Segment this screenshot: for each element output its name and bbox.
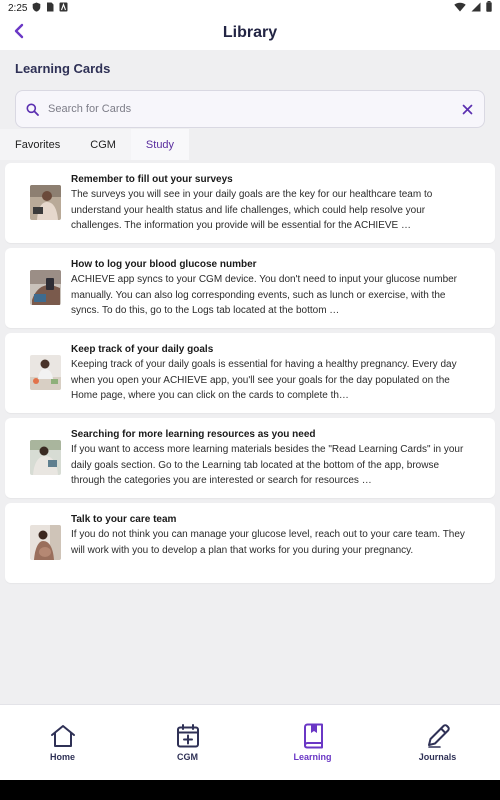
nav-learning-label: Learning: [293, 752, 332, 762]
nav-journals-label: Journals: [418, 752, 457, 762]
card-description: The surveys you will see in your daily g…: [71, 189, 433, 231]
card-title: Remember to fill out your surveys: [71, 174, 233, 185]
card-thumbnail-image: [30, 185, 61, 220]
calendar-plus-icon: [175, 723, 201, 749]
tab-cgm[interactable]: CGM: [75, 129, 131, 160]
tab-study[interactable]: Study: [130, 129, 190, 160]
nav-journals[interactable]: Journals: [375, 705, 500, 780]
shield-icon: [32, 2, 41, 15]
learning-card[interactable]: Remember to fill out your surveys The su…: [5, 163, 495, 243]
card-thumbnail-image: [30, 270, 61, 305]
search-box: [15, 90, 485, 128]
back-button[interactable]: [8, 21, 30, 45]
learning-card[interactable]: How to log your blood glucose number ACH…: [5, 248, 495, 328]
nav-cgm-label: CGM: [177, 752, 198, 762]
search-icon: [26, 102, 40, 116]
nav-home-label: Home: [49, 752, 75, 762]
status-time: 2:25: [8, 2, 28, 14]
card-title: How to log your blood glucose number: [71, 259, 257, 270]
card-description: If you want to access more learning mate…: [71, 444, 464, 486]
home-icon: [50, 723, 76, 749]
card-title: Keep track of your daily goals: [71, 344, 214, 355]
page-title: Library: [222, 24, 278, 41]
nav-cgm[interactable]: CGM: [125, 705, 250, 780]
category-tabs: Favorites CGM Study: [0, 129, 190, 160]
pencil-icon: [425, 723, 451, 749]
card-thumbnail-image: [30, 525, 61, 560]
wifi-icon: [454, 2, 466, 15]
section-title: Learning Cards: [15, 61, 111, 76]
learning-card[interactable]: Searching for more learning resources as…: [5, 418, 495, 498]
bottom-nav: Home CGM Learning Journals: [0, 704, 500, 780]
card-list: Remember to fill out your surveys The su…: [5, 163, 495, 588]
system-gesture-bar: [0, 780, 500, 800]
tab-favorites[interactable]: Favorites: [0, 129, 75, 160]
card-thumbnail-image: [30, 355, 61, 390]
close-icon[interactable]: [460, 102, 474, 116]
signal-icon: [471, 2, 481, 15]
notification-a-icon: [59, 2, 68, 15]
book-bookmark-icon: [300, 723, 326, 749]
nav-home[interactable]: Home: [0, 705, 125, 780]
learning-card[interactable]: Talk to your care team If you do not thi…: [5, 503, 495, 583]
learning-card[interactable]: Keep track of your daily goals Keeping t…: [5, 333, 495, 413]
card-title: Searching for more learning resources as…: [71, 429, 316, 440]
nav-learning[interactable]: Learning: [250, 705, 375, 780]
card-description: Keeping track of your daily goals is ess…: [71, 359, 457, 401]
chevron-left-icon: [13, 23, 25, 44]
card-description: ACHIEVE app syncs to your CGM device. Yo…: [71, 274, 458, 316]
card-title: Talk to your care team: [71, 514, 177, 525]
sim-card-icon: [46, 2, 54, 15]
search-input[interactable]: [48, 103, 460, 115]
card-description: If you do not think you can manage your …: [71, 529, 465, 556]
battery-icon: [486, 1, 492, 15]
status-bar: 2:25: [0, 0, 500, 16]
card-thumbnail-image: [30, 440, 61, 475]
app-bar: Library: [0, 16, 500, 50]
